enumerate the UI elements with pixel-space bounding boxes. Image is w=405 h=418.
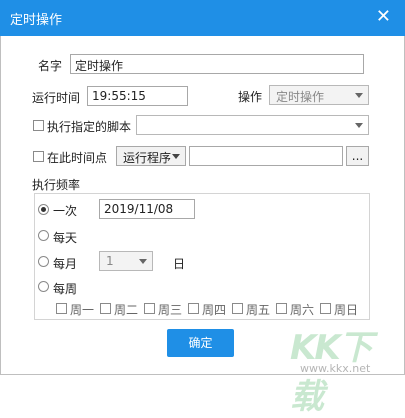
- watermark: KK下载 www.kkx.net: [286, 318, 396, 417]
- watermark-url: www.kkx.net: [300, 362, 371, 375]
- weekday-label: 周二: [114, 303, 139, 317]
- weekday-checkbox[interactable]: [56, 303, 67, 314]
- chevron-down-icon: [355, 123, 363, 128]
- script-checkbox[interactable]: [33, 120, 44, 131]
- operation-select[interactable]: 定时操作: [269, 85, 369, 105]
- weekday-label: 周五: [246, 303, 271, 317]
- name-label: 名字: [38, 59, 63, 73]
- weekly-radio[interactable]: [38, 281, 49, 292]
- weekday-checkbox[interactable]: [144, 303, 155, 314]
- run-time-label: 运行时间: [32, 91, 81, 105]
- chevron-down-icon: [355, 93, 363, 98]
- run-program-button[interactable]: 运行程序: [116, 146, 186, 166]
- script-select[interactable]: [136, 115, 369, 135]
- name-field[interactable]: 定时操作: [70, 54, 364, 74]
- weekday-checkbox[interactable]: [276, 303, 287, 314]
- script-label: 执行指定的脚本: [47, 120, 132, 134]
- weekday-label: 周四: [202, 303, 227, 317]
- daily-label: 每天: [53, 231, 78, 245]
- timepoint-checkbox[interactable]: [33, 151, 44, 162]
- once-radio[interactable]: [38, 204, 49, 215]
- weekday-checkbox[interactable]: [188, 303, 199, 314]
- operation-select-value: 定时操作: [276, 90, 325, 104]
- title-bar: 定时操作 ✕: [0, 0, 405, 36]
- program-path-field[interactable]: [189, 146, 343, 166]
- ok-button[interactable]: 确定: [167, 329, 234, 357]
- weekday-checkbox[interactable]: [320, 303, 331, 314]
- weekday-label: 周六: [290, 303, 315, 317]
- chevron-down-icon: [139, 259, 147, 264]
- weekday-checkbox[interactable]: [100, 303, 111, 314]
- monthly-day-value: 1: [106, 254, 114, 268]
- weekday-label: 周一: [70, 303, 95, 317]
- once-label: 一次: [53, 204, 78, 218]
- monthly-suffix: 日: [173, 257, 186, 271]
- daily-radio[interactable]: [38, 230, 49, 241]
- frequency-label: 执行频率: [32, 178, 81, 192]
- once-date-field[interactable]: 2019/11/08: [99, 199, 195, 219]
- run-time-field[interactable]: 19:55:15: [87, 86, 188, 106]
- monthly-day-select[interactable]: 1: [99, 251, 153, 271]
- monthly-radio[interactable]: [38, 256, 49, 267]
- weekday-checkbox[interactable]: [232, 303, 243, 314]
- timepoint-label: 在此时间点: [47, 151, 108, 165]
- window-title: 定时操作: [10, 13, 63, 28]
- weekly-label: 每周: [53, 282, 78, 296]
- chevron-down-icon: [172, 154, 180, 159]
- monthly-label: 每月: [53, 257, 78, 271]
- weekday-label: 周日: [334, 303, 359, 317]
- run-program-label: 运行程序: [123, 151, 172, 165]
- browse-button[interactable]: ...: [346, 146, 369, 166]
- operation-label: 操作: [238, 90, 263, 104]
- weekday-label: 周三: [158, 303, 183, 317]
- close-icon[interactable]: ✕: [376, 7, 391, 27]
